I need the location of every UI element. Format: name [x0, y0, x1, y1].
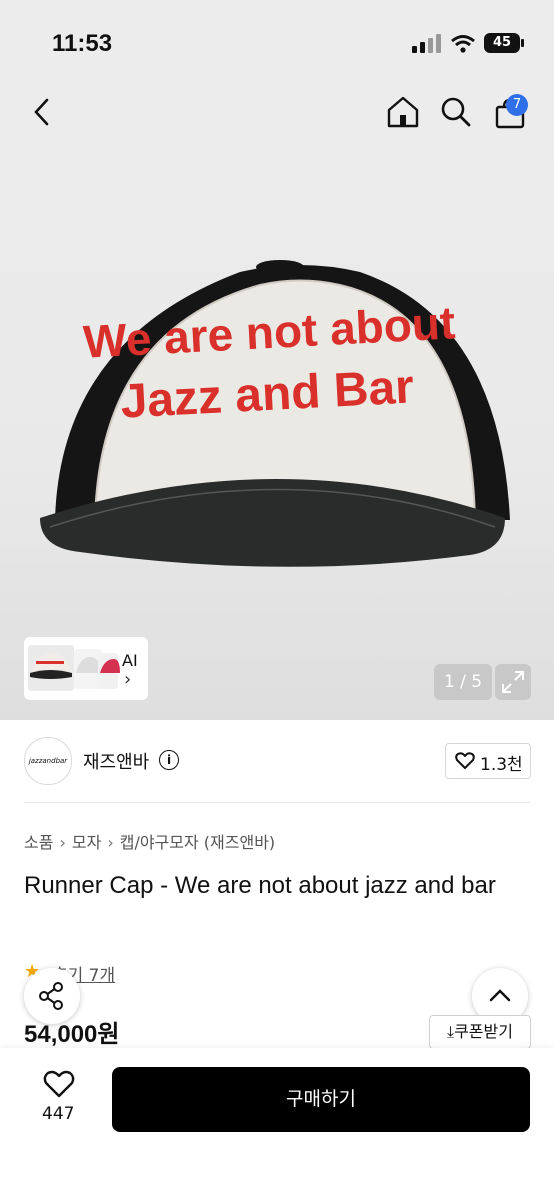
brand-name[interactable]: 재즈앤바 [83, 748, 149, 774]
home-icon[interactable] [386, 96, 420, 128]
status-time: 11:53 [52, 30, 113, 57]
battery-level: 45 [492, 35, 512, 50]
brand-logo[interactable]: jazzandbar [24, 737, 72, 785]
breadcrumb-item[interactable]: 캡/야구모자 (재즈앤바) [120, 833, 275, 852]
search-icon[interactable] [440, 96, 472, 128]
breadcrumb-separator: › [107, 833, 114, 852]
breadcrumb-separator: › [59, 833, 66, 852]
brand-like-count: 1.3천 [480, 755, 523, 775]
wishlist-heart-icon[interactable] [43, 1070, 75, 1098]
info-icon[interactable]: i [159, 750, 179, 770]
wifi-icon [451, 35, 475, 53]
signal-icon [412, 34, 441, 53]
thumbnail-images [28, 645, 120, 691]
image-counter: 1 / 5 [434, 664, 492, 700]
cart-count-badge: 7 [506, 94, 528, 116]
divider [24, 802, 530, 803]
heart-icon [455, 752, 475, 769]
cap-image: We are not about Jazz and Bar [40, 260, 510, 567]
ai-thumbnail-card[interactable]: AI › [24, 637, 148, 700]
battery-cap [521, 39, 524, 47]
chevron-right-icon: › [124, 669, 132, 690]
product-title: Runner Cap - We are not about jazz and b… [24, 872, 496, 899]
expand-glyph [502, 671, 524, 693]
wishlist-count: 447 [42, 1104, 75, 1124]
back-icon[interactable] [32, 98, 52, 126]
ai-label: AI [122, 651, 138, 670]
expand-icon[interactable] [495, 664, 531, 700]
breadcrumb: 소품 › 모자 › 캡/야구모자 (재즈앤바) [24, 829, 275, 853]
product-image[interactable]: We are not about Jazz and Bar [0, 80, 554, 720]
coupon-button[interactable]: ⤓쿠폰받기 [429, 1015, 531, 1049]
breadcrumb-item[interactable]: 모자 [72, 833, 101, 852]
product-price: 54,000원 [24, 1021, 120, 1048]
battery-icon: 45 [484, 33, 520, 53]
breadcrumb-item[interactable]: 소품 [24, 833, 53, 852]
buy-button[interactable]: 구매하기 [112, 1067, 530, 1132]
